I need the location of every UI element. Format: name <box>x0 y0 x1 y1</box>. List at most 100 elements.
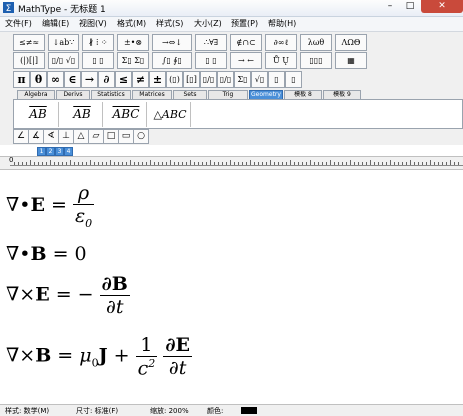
fraction-button[interactable]: ▯/▯ <box>200 71 217 88</box>
menu-help[interactable]: 帮助(H) <box>268 18 296 29</box>
menu-edit[interactable]: 编辑(E) <box>42 18 69 29</box>
color-swatch[interactable] <box>241 407 257 414</box>
greek-lower-palette-button[interactable]: λωθ <box>300 34 332 51</box>
matrix-palette-button[interactable]: ▯▯▯ <box>300 52 332 69</box>
ruler-tick <box>442 162 443 165</box>
measured-angle-icon[interactable]: ∡ <box>28 129 44 144</box>
spaces-palette-button[interactable]: ↓ab∵ <box>48 34 79 51</box>
ruler-tick <box>390 160 391 165</box>
script-palette-button[interactable]: ▯ ▯ <box>82 52 114 69</box>
perpendicular-icon[interactable]: ⊥ <box>58 129 74 144</box>
menu-style[interactable]: 样式(S) <box>156 18 183 29</box>
window-title: MathType - 无标题 1 <box>18 5 106 15</box>
partial-button[interactable]: ∂ <box>98 71 115 88</box>
ruler[interactable]: 0 <box>0 156 463 170</box>
infinity-button[interactable]: ∞ <box>47 71 64 88</box>
element-of-button[interactable]: ∈ <box>64 71 81 88</box>
triangle-template[interactable]: △ABC <box>150 102 191 127</box>
size-4-button[interactable]: 4 <box>64 147 73 156</box>
ruler-tick <box>250 160 251 165</box>
ruler-tick <box>210 160 211 165</box>
operators-palette-button[interactable]: ±•⊗ <box>117 34 149 51</box>
products-palette-button[interactable]: Ů Ų <box>265 52 297 69</box>
sqrt-button[interactable]: √▯ <box>251 71 268 88</box>
segment-template[interactable]: AB <box>18 102 59 127</box>
ruler-tick <box>294 162 295 165</box>
sum-button[interactable]: Σ▯ <box>234 71 251 88</box>
size-2-button[interactable]: 2 <box>46 147 55 156</box>
parallelogram-icon[interactable]: ▱ <box>88 129 104 144</box>
equation-editor[interactable]: ∇•E = ρ ε0 ∇•B = 0 ∇×E = − ∂B ∂t ∇×B = μ… <box>0 170 463 404</box>
close-button[interactable]: ✕ <box>421 0 463 13</box>
greek-upper-palette-button[interactable]: ΛΩΘ <box>335 34 367 51</box>
subscript-button[interactable]: ▯ <box>285 71 302 88</box>
size-3-button[interactable]: 3 <box>55 147 64 156</box>
ruler-tick <box>70 160 71 165</box>
size-1-button[interactable]: 1 <box>37 147 46 156</box>
ruler-tick <box>202 162 203 165</box>
right-arrow-button[interactable]: → <box>81 71 98 88</box>
ruler-tick <box>358 162 359 165</box>
theta-button[interactable]: θ <box>30 71 47 88</box>
ruler-tick <box>330 160 331 165</box>
rectangle-icon[interactable]: ▭ <box>118 129 134 144</box>
bar-palette-button[interactable]: ▯ ▯ <box>195 52 227 69</box>
ruler-tick <box>62 162 63 165</box>
ruler-tick <box>190 160 191 165</box>
set-theory-palette-button[interactable]: ∉∩⊂ <box>230 34 262 51</box>
spherical-angle-icon[interactable]: ∢ <box>43 129 59 144</box>
eq4-numerator-1: 1 <box>135 334 158 357</box>
labeled-arrow-palette-button[interactable]: → ← <box>230 52 262 69</box>
ruler-tick <box>382 162 383 165</box>
eq4-fraction-2: ∂E ∂t <box>163 334 192 379</box>
ruler-tick <box>306 162 307 165</box>
fence-palette-button[interactable]: (|)[|] <box>13 52 45 69</box>
menu-view[interactable]: 视图(V) <box>79 18 107 29</box>
summation-palette-button[interactable]: Σ▯ Σ▯ <box>117 52 149 69</box>
ruler-tick <box>90 160 91 165</box>
ruler-tick <box>66 162 67 165</box>
ruler-tick <box>126 162 127 165</box>
ruler-tick <box>410 160 411 165</box>
grid-palette-button[interactable]: ▦ <box>335 52 367 69</box>
menu-size[interactable]: 大小(Z) <box>194 18 222 29</box>
not-equal-button[interactable]: ≠ <box>132 71 149 88</box>
eq4-mu-subscript: 0 <box>91 356 99 370</box>
ruler-tick <box>42 162 43 165</box>
arrows-palette-button[interactable]: →⇔↓ <box>152 34 192 51</box>
ruler-tick <box>102 162 103 165</box>
faraday-law-equation: ∇×E = − ∂B ∂t <box>6 273 130 318</box>
pi-button[interactable]: π <box>13 71 30 88</box>
integral-palette-button[interactable]: ∫▯ ∮▯ <box>152 52 192 69</box>
slash-fraction-button[interactable]: ▯/▯ <box>217 71 234 88</box>
relations-palette-button[interactable]: ≤≠≈ <box>13 34 45 51</box>
ruler-tick <box>338 162 339 165</box>
triangle-icon[interactable]: △ <box>73 129 89 144</box>
plus-minus-button[interactable]: ± <box>149 71 166 88</box>
angle-icon[interactable]: ∠ <box>13 129 29 144</box>
ruler-tick <box>78 162 79 165</box>
menu-format[interactable]: 格式(M) <box>117 18 146 29</box>
eq3-numerator: ∂B <box>99 273 130 296</box>
ruler-tick <box>374 162 375 165</box>
ruler-tick <box>422 162 423 165</box>
minimize-button[interactable]: – <box>381 0 399 13</box>
maximize-button[interactable]: □ <box>401 0 419 13</box>
symbol-palettes: ≤≠≈ ↓ab∵ ∦ ⁞ ⁘ ±•⊗ →⇔↓ ∴∀∃ ∉∩⊂ ∂∞ℓ λωθ Λ… <box>0 32 463 145</box>
square-icon[interactable]: □ <box>103 129 119 144</box>
less-equal-button[interactable]: ≤ <box>115 71 132 88</box>
menu-preferences[interactable]: 预置(P) <box>231 18 258 29</box>
logic-palette-button[interactable]: ∴∀∃ <box>195 34 227 51</box>
brackets-button[interactable]: [▯] <box>183 71 200 88</box>
arc-template[interactable]: ABC <box>106 102 147 127</box>
parentheses-button[interactable]: (▯) <box>166 71 183 88</box>
menu-file[interactable]: 文件(F) <box>5 18 32 29</box>
misc-symbols-palette-button[interactable]: ∂∞ℓ <box>265 34 297 51</box>
circle-icon[interactable]: ○ <box>133 129 149 144</box>
ruler-tick <box>82 162 83 165</box>
ray-template[interactable]: AB <box>62 102 103 127</box>
eq4-current: J <box>98 344 108 367</box>
fraction-palette-button[interactable]: ▯/▯ √▯ <box>48 52 79 69</box>
superscript-button[interactable]: ▯ <box>268 71 285 88</box>
embellishments-palette-button[interactable]: ∦ ⁞ ⁘ <box>82 34 114 51</box>
